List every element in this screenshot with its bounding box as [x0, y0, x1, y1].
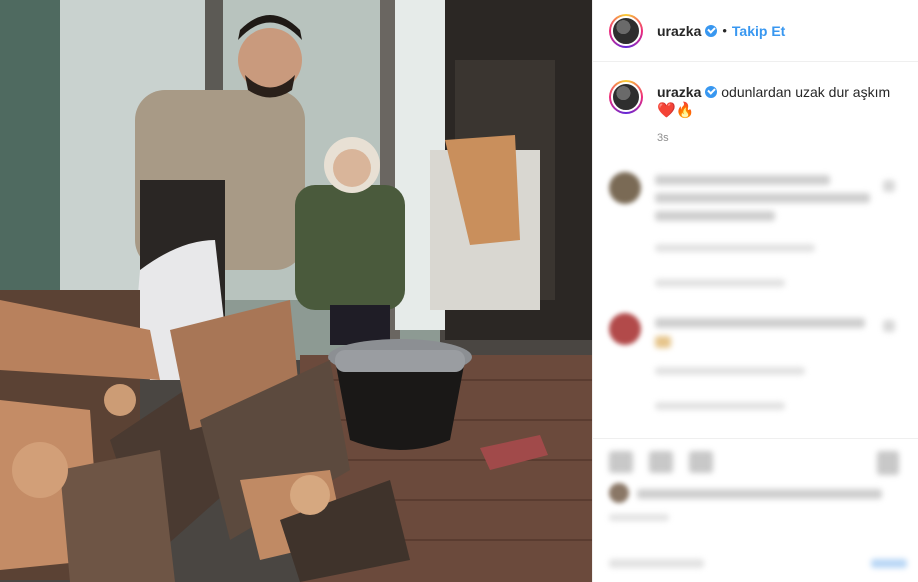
post-date-blur [609, 514, 669, 521]
verified-badge-icon [705, 24, 718, 37]
comment-text-blur [655, 211, 775, 221]
post-header: urazka • Takip Et [593, 0, 918, 62]
comment-text-blur [655, 367, 805, 375]
comment-text-blur [655, 175, 830, 185]
comment-text-blur [883, 320, 895, 332]
comment-icon[interactable] [649, 451, 673, 473]
like-icon[interactable] [609, 451, 633, 473]
comment-text-blur [883, 180, 895, 192]
post-actions-area [593, 438, 918, 582]
comment-avatar [609, 313, 641, 345]
header-separator: • [722, 23, 727, 38]
post-side-panel: urazka • Takip Et urazka odunlardan uzak… [592, 0, 918, 582]
comment-text-blur [655, 318, 865, 328]
caption-emojis: ❤️🔥 [657, 102, 695, 119]
photo-scene [0, 0, 592, 582]
comment-text-blur [655, 193, 870, 203]
save-icon[interactable] [877, 451, 899, 475]
caption-timestamp: 3s [657, 132, 669, 144]
add-comment-blur[interactable] [609, 559, 704, 568]
comment-text-blur [655, 402, 785, 410]
comment-text-blur [655, 244, 815, 252]
comment-text-blur [655, 279, 785, 287]
verified-badge-icon [705, 86, 718, 98]
comment-avatar [609, 172, 641, 204]
likes-avatar [609, 483, 629, 503]
post-photo[interactable] [0, 0, 592, 582]
caption-avatar[interactable] [609, 80, 643, 114]
comment-text-blur [655, 336, 671, 348]
caption-text: odunlardan uzak dur aşkım [721, 84, 891, 100]
follow-button[interactable]: Takip Et [732, 23, 785, 39]
author-avatar[interactable] [609, 13, 643, 48]
post-caption: urazka odunlardan uzak dur aşkım ❤️🔥 [593, 62, 918, 120]
caption-body: urazka odunlardan uzak dur aşkım ❤️🔥 [657, 80, 890, 120]
likes-text-blur [637, 489, 882, 499]
share-icon[interactable] [689, 451, 713, 473]
post-button-blur[interactable] [871, 559, 907, 568]
caption-username[interactable]: urazka [657, 84, 701, 100]
author-username[interactable]: urazka [657, 23, 701, 39]
